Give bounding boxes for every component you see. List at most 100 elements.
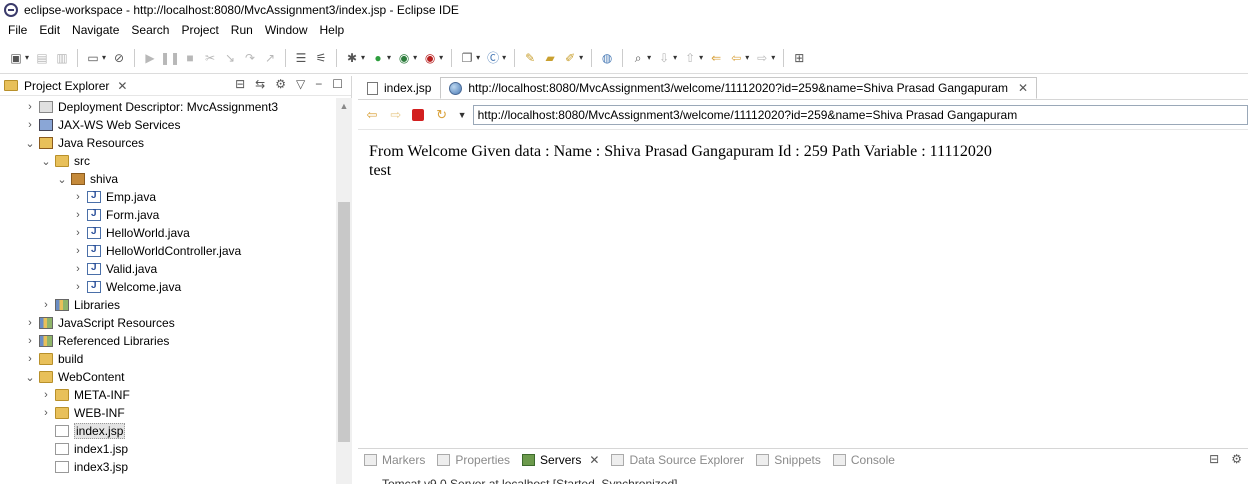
tree-item[interactable]: › Valid.java (72, 260, 157, 278)
forward-icon[interactable]: ⇨ (754, 50, 770, 66)
collapsed-arrow-icon[interactable]: › (40, 299, 52, 311)
editor-tab-browser[interactable]: http://localhost:8080/MvcAssignment3/wel… (440, 77, 1038, 99)
run-dropdown-icon[interactable]: ▾ (387, 53, 391, 62)
coverage-dropdown-icon[interactable]: ▾ (413, 53, 417, 62)
maximize-icon[interactable]: ☐ (332, 77, 343, 91)
menu-help[interactable]: Help (314, 23, 351, 37)
suspend-icon[interactable]: ❚❚ (160, 50, 180, 66)
previous-annotation-dropdown-icon[interactable]: ▾ (699, 53, 703, 62)
filters-icon[interactable]: ⚙ (275, 77, 286, 91)
collapsed-arrow-icon[interactable]: › (24, 353, 36, 365)
tree-item[interactable]: › HelloWorldController.java (72, 242, 241, 260)
collapse-all-icon[interactable]: ⊟ (235, 77, 245, 91)
tree-item[interactable]: › HelloWorld.java (72, 224, 190, 242)
new-java-project-icon[interactable]: ❐ (459, 50, 475, 66)
console-view-dropdown-icon[interactable]: ▾ (102, 53, 106, 62)
collapsed-arrow-icon[interactable]: › (40, 389, 52, 401)
menu-edit[interactable]: Edit (33, 23, 66, 37)
next-annotation-dropdown-icon[interactable]: ▾ (673, 53, 677, 62)
tree-item[interactable]: › build (24, 350, 83, 368)
collapsed-arrow-icon[interactable]: › (72, 263, 84, 275)
step-into-icon[interactable]: ↘ (222, 50, 238, 66)
tree-item[interactable]: index.jsp (40, 422, 126, 440)
save-icon[interactable]: ▤ (34, 50, 50, 66)
tree-item[interactable]: ⌄ WebContent (24, 368, 124, 386)
menu-project[interactable]: Project (175, 23, 224, 37)
scroll-up-icon[interactable]: ▲ (336, 98, 352, 114)
tree-item[interactable]: › JavaScript Resources (24, 314, 175, 332)
scrollbar-thumb[interactable] (338, 202, 350, 442)
tree-item[interactable]: ⌄ src (40, 152, 90, 170)
new-class-dropdown-icon[interactable]: ▾ (502, 53, 506, 62)
new-dropdown-icon[interactable]: ▾ (25, 53, 29, 62)
next-annotation-icon[interactable]: ⇩ (656, 50, 672, 66)
collapsed-arrow-icon[interactable]: › (24, 317, 36, 329)
menu-window[interactable]: Window (259, 23, 314, 37)
collapsed-arrow-icon[interactable]: › (72, 245, 84, 257)
project-explorer-tab[interactable]: Project Explorer ✕ (4, 79, 127, 93)
tree-scrollbar[interactable]: ▲ (336, 98, 352, 484)
settings-icon[interactable]: ⚙ (1231, 452, 1242, 466)
expanded-arrow-icon[interactable]: ⌄ (24, 137, 36, 150)
tree-item[interactable]: index1.jsp (40, 440, 128, 458)
collapsed-arrow-icon[interactable]: › (40, 407, 52, 419)
menu-run[interactable]: Run (225, 23, 259, 37)
forward-dropdown-icon[interactable]: ▾ (771, 53, 775, 62)
pin-editor-icon[interactable]: ⊞ (791, 50, 807, 66)
tree-item[interactable]: index3.jsp (40, 458, 128, 476)
tab-console[interactable]: Console (832, 453, 895, 467)
url-history-dropdown-icon[interactable]: ▼ (458, 110, 467, 120)
console-view-icon[interactable]: ▭ (85, 50, 101, 66)
menu-search[interactable]: Search (125, 23, 175, 37)
expanded-arrow-icon[interactable]: ⌄ (56, 173, 68, 186)
tree-item[interactable]: › Welcome.java (72, 278, 181, 296)
menu-file[interactable]: File (2, 23, 33, 37)
tree-item[interactable]: › Referenced Libraries (24, 332, 169, 350)
collapsed-arrow-icon[interactable]: › (72, 191, 84, 203)
debug-dropdown-icon[interactable]: ▾ (361, 53, 365, 62)
open-task-dropdown-icon[interactable]: ▾ (579, 53, 583, 62)
minimize-icon[interactable]: − (315, 77, 322, 91)
close-icon[interactable]: ✕ (1018, 81, 1028, 95)
disconnect-icon[interactable]: ✂ (202, 50, 218, 66)
editor-tab-index-jsp[interactable]: index.jsp (358, 77, 440, 99)
menu-navigate[interactable]: Navigate (66, 23, 125, 37)
external-tools-icon[interactable]: ◉ (422, 50, 438, 66)
resume-icon[interactable]: ▶ (142, 50, 158, 66)
tab-snippets[interactable]: Snippets (756, 453, 821, 467)
browser-refresh-icon[interactable]: ↻ (434, 107, 450, 123)
server-entry[interactable]: Tomcat v9.0 Server at localhost [Started… (358, 471, 1248, 484)
tab-data-source-explorer[interactable]: Data Source Explorer (611, 453, 744, 467)
open-folder-icon[interactable]: ▰ (542, 50, 558, 66)
terminate-icon[interactable]: ■ (182, 50, 198, 66)
tree-item[interactable]: › JAX-WS Web Services (24, 116, 180, 134)
previous-annotation-icon[interactable]: ⇧ (682, 50, 698, 66)
tree-item[interactable]: › Form.java (72, 206, 159, 224)
skip-breakpoints-icon[interactable]: ⊘ (111, 50, 127, 66)
open-type-icon[interactable]: ✎ (522, 50, 538, 66)
link-with-editor-icon[interactable]: ⇆ (255, 77, 265, 91)
browser-back-icon[interactable]: ⇦ (364, 107, 380, 123)
expanded-arrow-icon[interactable]: ⌄ (40, 155, 52, 168)
search-dropdown-icon[interactable]: ▾ (647, 53, 651, 62)
back-dropdown-icon[interactable]: ▾ (745, 53, 749, 62)
tab-markers[interactable]: Markers (364, 453, 425, 467)
expanded-arrow-icon[interactable]: ⌄ (24, 371, 36, 384)
collapsed-arrow-icon[interactable]: › (24, 101, 36, 113)
outline-icon[interactable]: ☰ (293, 50, 309, 66)
step-over-icon[interactable]: ↷ (242, 50, 258, 66)
step-return-icon[interactable]: ↗ (262, 50, 278, 66)
close-icon[interactable]: ✕ (589, 453, 599, 467)
collapsed-arrow-icon[interactable]: › (24, 335, 36, 347)
external-tools-dropdown-icon[interactable]: ▾ (439, 53, 443, 62)
tab-servers[interactable]: Servers ✕ (522, 453, 599, 467)
tree-item[interactable]: › Libraries (40, 296, 120, 314)
tree-item[interactable]: › Deployment Descriptor: MvcAssignment3 (24, 98, 278, 116)
open-browser-icon[interactable]: ◍ (599, 50, 615, 66)
new-class-icon[interactable]: Ⓒ (485, 50, 501, 66)
url-input[interactable] (472, 104, 1248, 125)
close-icon[interactable]: ✕ (117, 79, 127, 93)
collapsed-arrow-icon[interactable]: › (24, 119, 36, 131)
browser-stop-icon[interactable] (411, 108, 424, 121)
view-menu-icon[interactable]: ▽ (296, 77, 305, 91)
